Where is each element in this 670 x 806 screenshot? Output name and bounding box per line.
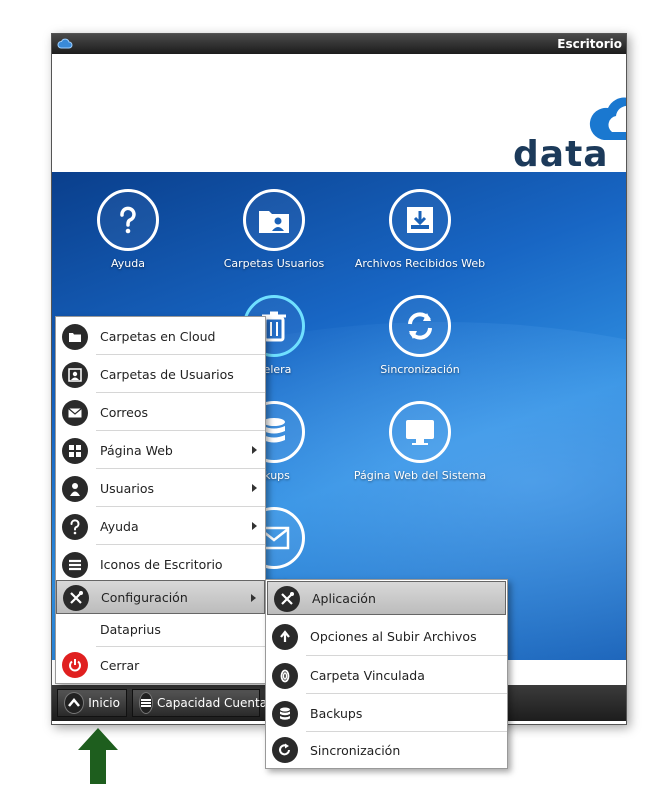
- menu-item-ayuda[interactable]: Ayuda: [56, 507, 265, 545]
- submenu-arrow-icon: [251, 594, 256, 602]
- menu-item-correos[interactable]: Correos: [56, 393, 265, 431]
- menu-item-usuarios[interactable]: Usuarios: [56, 469, 265, 507]
- list-icon: [62, 552, 88, 578]
- submenu-item-carpeta-vinculada[interactable]: Carpeta Vinculada: [266, 656, 507, 694]
- monitor-icon: [406, 420, 434, 445]
- cloud-app-icon: [57, 38, 73, 49]
- menu-item-configuracion[interactable]: Configuración: [56, 580, 265, 614]
- submenu-arrow-icon: [252, 446, 257, 454]
- desktop-icon-sincronizacion[interactable]: Sincronización: [345, 295, 495, 376]
- title-bar: Escritorio: [52, 34, 626, 54]
- user-folder-icon: [259, 211, 289, 233]
- question-icon: [62, 514, 88, 540]
- folder-icon: [62, 324, 88, 350]
- link-icon: [272, 663, 298, 689]
- tools-icon: [274, 586, 300, 612]
- green-arrow-up-icon: [78, 728, 118, 784]
- submenu-item-aplicacion[interactable]: Aplicación: [267, 581, 506, 615]
- menu-item-cerrar[interactable]: Cerrar: [56, 647, 265, 683]
- start-button[interactable]: Inicio: [57, 689, 127, 717]
- capacity-button[interactable]: Capacidad Cuenta: [132, 689, 267, 717]
- submenu-arrow-icon: [252, 484, 257, 492]
- start-menu: Carpetas en Cloud Carpetas de Usuarios C…: [55, 316, 266, 684]
- desktop-icon-carpetas-usuarios[interactable]: Carpetas Usuarios: [199, 189, 349, 270]
- submenu-arrow-icon: [252, 522, 257, 530]
- database-icon: [272, 701, 298, 727]
- submenu-item-opciones-subir-archivos[interactable]: Opciones al Subir Archivos: [266, 617, 507, 655]
- user-card-icon: [62, 362, 88, 388]
- logo-text: data: [513, 134, 609, 175]
- desktop-icon-archivos-recibidos-web[interactable]: Archivos Recibidos Web: [345, 189, 495, 270]
- submenu-item-sincronizacion[interactable]: Sincronización: [266, 732, 507, 768]
- list-icon: [139, 692, 153, 714]
- menu-item-iconos-de-escritorio[interactable]: Iconos de Escritorio: [56, 545, 265, 583]
- submenu-item-backups[interactable]: Backups: [266, 694, 507, 732]
- upload-icon: [272, 624, 298, 650]
- menu-item-carpetas-de-usuarios[interactable]: Carpetas de Usuarios: [56, 355, 265, 393]
- menu-item-pagina-web[interactable]: Página Web: [56, 431, 265, 469]
- desktop-icon-ayuda[interactable]: Ayuda: [53, 189, 203, 270]
- power-icon: [62, 652, 88, 678]
- menu-item-carpetas-en-cloud[interactable]: Carpetas en Cloud: [56, 317, 265, 355]
- sync-icon: [408, 312, 432, 340]
- inbox-download-icon: [407, 207, 433, 233]
- mail-icon: [62, 400, 88, 426]
- chevron-up-icon: [64, 692, 85, 714]
- question-icon: [120, 206, 136, 234]
- desktop-icon-pagina-web-del-sistema[interactable]: Página Web del Sistema: [345, 401, 495, 482]
- user-icon: [62, 476, 88, 502]
- window-title: Escritorio: [557, 37, 622, 51]
- tools-icon: [63, 585, 89, 611]
- header-banner: data: [52, 54, 626, 175]
- menu-item-dataprius[interactable]: Dataprius: [56, 614, 265, 644]
- refresh-icon: [272, 737, 298, 763]
- grid-icon: [62, 438, 88, 464]
- config-submenu: Aplicación Opciones al Subir Archivos Ca…: [265, 579, 508, 769]
